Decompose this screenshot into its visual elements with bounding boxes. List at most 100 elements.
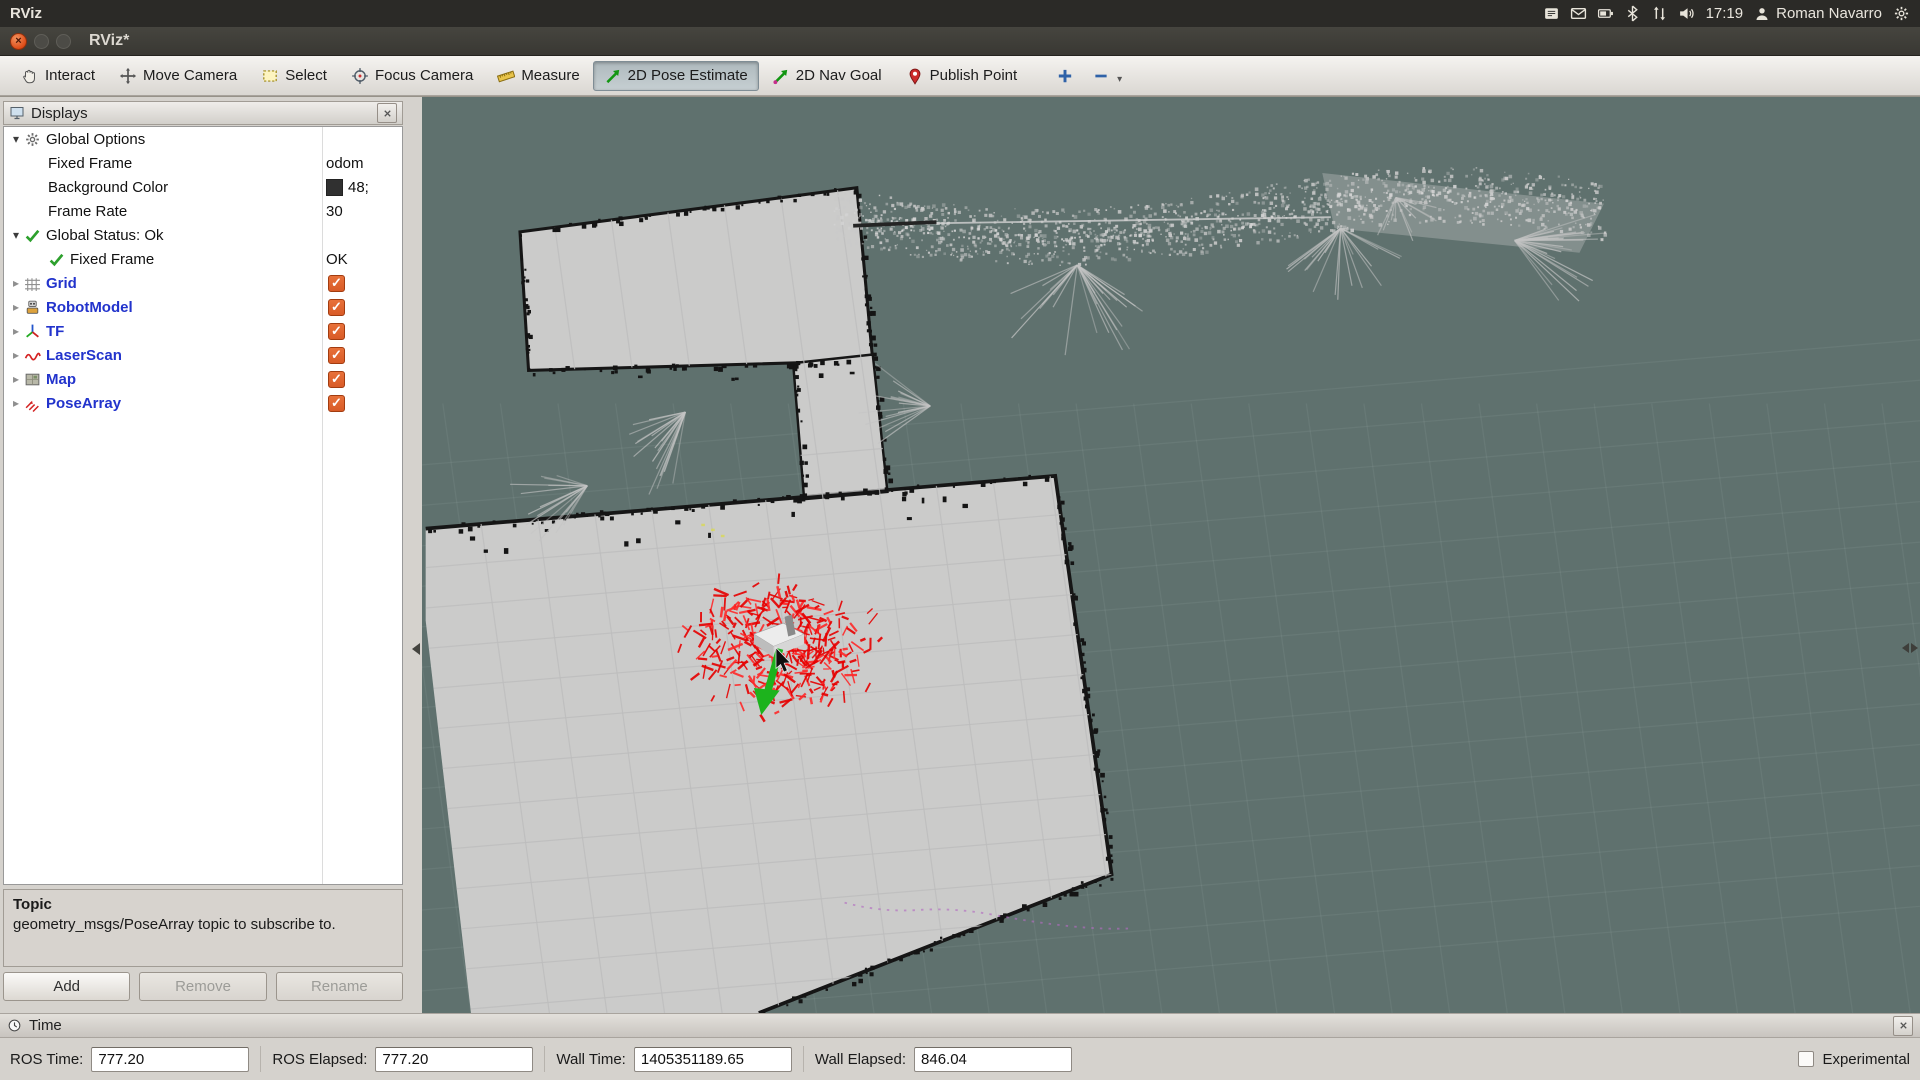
display-row-map[interactable]: ▸Map✓ [4,367,402,391]
viewport-resize-handle[interactable] [1902,643,1918,653]
display-row-laserscan[interactable]: ▸LaserScan✓ [4,343,402,367]
window-maximize-button[interactable] [56,34,71,49]
time-field-ros-elapsed: ROS Elapsed: [272,1047,533,1072]
experimental-toggle[interactable]: Experimental [1798,1051,1910,1068]
experimental-checkbox[interactable] [1798,1051,1814,1067]
volume-icon[interactable] [1678,5,1695,22]
time-panel: ROS Time:ROS Elapsed:Wall Time:Wall Elap… [0,1038,1920,1080]
display-value[interactable]: ✓ [326,367,400,391]
add-tool-button[interactable] [1048,61,1082,91]
window-close-button[interactable]: × [10,33,27,50]
expander-icon[interactable]: ▸ [8,276,24,290]
tool-label-interact: Interact [45,67,95,84]
display-value[interactable]: ✓ [326,271,400,295]
dropdown-caret-icon[interactable]: ▾ [1117,74,1122,85]
display-label: Fixed Frame [48,155,132,172]
status-check-icon [24,227,41,244]
select-icon [261,67,279,85]
expander-icon[interactable]: ▸ [8,396,24,410]
display-row-background-color[interactable]: Background Color48; [4,175,402,199]
display-value[interactable]: odom [326,151,400,175]
wall-elapsed-input[interactable] [914,1047,1072,1072]
mail-icon[interactable] [1570,5,1587,22]
indicator-icon[interactable] [1543,5,1560,22]
display-value[interactable]: ✓ [326,343,400,367]
enabled-checkbox[interactable]: ✓ [328,395,345,412]
display-value[interactable]: OK [326,247,400,271]
enabled-checkbox[interactable]: ✓ [328,371,345,388]
status-check-icon [48,251,65,268]
remove-tool-button[interactable]: ▾ [1084,61,1130,91]
ros-time-input[interactable] [91,1047,249,1072]
time-panel-close-button[interactable] [1893,1016,1913,1036]
display-value[interactable]: ✓ [326,319,400,343]
bluetooth-icon[interactable] [1624,5,1641,22]
expander-icon[interactable]: ▸ [8,300,24,314]
add-button[interactable]: Add [3,972,130,1001]
displays-panel-buttons: AddRemoveRename [3,972,403,1001]
tool-2d-nav-goal[interactable]: 2D Nav Goal [761,61,893,91]
display-row-frame-rate[interactable]: Frame Rate 30 [4,199,402,223]
wall-time-input[interactable] [634,1047,792,1072]
display-value[interactable]: ✓ [326,391,400,415]
display-value[interactable]: ✓ [326,295,400,319]
display-row-tf[interactable]: ▸ TF ✓ [4,319,402,343]
display-value[interactable]: 30 [326,199,400,223]
display-row-grid[interactable]: ▸ Grid ✓ [4,271,402,295]
displays-panel-header[interactable]: Displays [3,101,403,125]
time-panel-header[interactable]: Time [0,1013,1920,1038]
expander-icon[interactable]: ▸ [8,372,24,386]
display-label: Grid [46,275,77,292]
enabled-checkbox[interactable]: ✓ [328,299,345,316]
move-camera-icon [119,67,137,85]
display-row-robotmodel[interactable]: ▸RobotModel✓ [4,295,402,319]
display-label: TF [46,323,64,340]
resize-left-arrow-icon [1902,643,1909,653]
display-row-fixed-frame[interactable]: Fixed Frame odom [4,151,402,175]
time-field-wall-elapsed: Wall Elapsed: [815,1047,1072,1072]
display-label: Global Options [46,131,145,148]
minus-icon [1092,67,1110,85]
tool-interact[interactable]: Interact [10,61,106,91]
main-area: Displays ▾ Global Options Fixed Frame odomB… [0,96,1920,1013]
tool-label-select: Select [285,67,327,84]
session-user-name: Roman Navarro [1776,5,1882,22]
system-clock[interactable]: 17:19 [1706,5,1744,22]
panel-resize-handle[interactable] [412,643,420,655]
experimental-label: Experimental [1822,1051,1910,1068]
tool-publish-point[interactable]: Publish Point [895,61,1029,91]
expander-icon[interactable]: ▾ [8,132,24,146]
enabled-checkbox[interactable]: ✓ [328,275,345,292]
laser-icon [24,347,41,364]
display-row-global-status-ok[interactable]: ▾Global Status: Ok [4,223,402,247]
enabled-checkbox[interactable]: ✓ [328,347,345,364]
time-panel-title: Time [29,1017,62,1034]
battery-icon[interactable] [1597,5,1614,22]
tool-select[interactable]: Select [250,61,338,91]
display-value[interactable]: 48; [326,175,400,199]
window-minimize-button[interactable] [34,34,49,49]
map-icon [24,371,41,388]
tool-focus-camera[interactable]: Focus Camera [340,61,484,91]
display-row-fixed-frame[interactable]: Fixed FrameOK [4,247,402,271]
tf-axes-icon [24,323,41,340]
expander-icon[interactable]: ▾ [8,228,24,242]
network-icon[interactable] [1651,5,1668,22]
displays-panel-title: Displays [31,105,88,122]
session-menu[interactable]: Roman Navarro [1754,5,1882,22]
3d-viewport[interactable] [422,97,1920,1013]
expander-icon[interactable]: ▸ [8,348,24,362]
display-row-global-options[interactable]: ▾ Global Options [4,127,402,151]
field-divider [544,1046,545,1072]
displays-panel-close-button[interactable] [377,103,397,123]
display-row-posearray[interactable]: ▸PoseArray✓ [4,391,402,415]
session-gear-icon[interactable] [1893,5,1910,22]
tool-measure[interactable]: Measure [486,61,590,91]
ros-elapsed-input[interactable] [375,1047,533,1072]
tool-move-camera[interactable]: Move Camera [108,61,248,91]
display-label: Frame Rate [48,203,127,220]
expander-icon[interactable]: ▸ [8,324,24,338]
hand-icon [21,67,39,85]
tool-2d-pose-estimate[interactable]: 2D Pose Estimate [593,61,759,91]
enabled-checkbox[interactable]: ✓ [328,323,345,340]
